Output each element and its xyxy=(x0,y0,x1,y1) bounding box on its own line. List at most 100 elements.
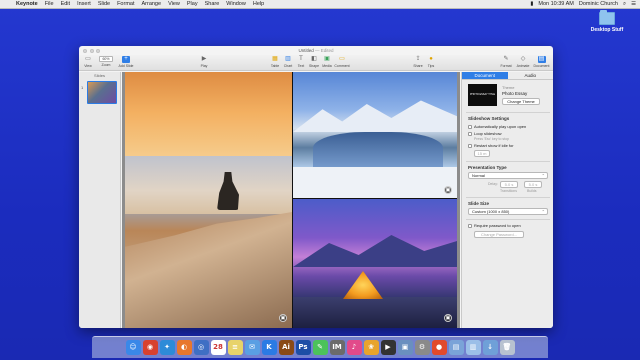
menu-window[interactable]: Window xyxy=(226,1,246,7)
minimize-button[interactable] xyxy=(89,48,94,53)
search-icon[interactable]: ⌕ xyxy=(623,1,626,8)
desktop-folder[interactable]: Desktop Stuff xyxy=(587,10,627,33)
desktop-folder-label: Desktop Stuff xyxy=(590,27,624,33)
animate-button[interactable]: ◇ Animate xyxy=(515,55,531,68)
dock-illustrator-icon[interactable]: Ai xyxy=(278,340,294,355)
transitions-label: Transitions xyxy=(500,189,517,193)
share-button[interactable]: ⇪ Share xyxy=(412,55,424,68)
photo-mountain-lake[interactable]: ▣ xyxy=(293,72,457,198)
theme-name: Photo Essay xyxy=(502,91,528,96)
chart-icon: ▥ xyxy=(285,56,291,62)
zoom-control[interactable]: 60% Zoom xyxy=(98,55,114,67)
dock-keynote-icon[interactable]: K xyxy=(261,340,277,355)
photo-hiker-sunset[interactable]: ▣ xyxy=(125,72,292,328)
restart-checkbox[interactable]: Restart show if idle for xyxy=(468,143,514,148)
dock-downloads-icon[interactable]: ↓ xyxy=(482,340,498,355)
photo-tent-night[interactable]: ▣ xyxy=(293,199,457,328)
text-icon: T xyxy=(299,56,303,62)
restart-idle-field[interactable]: 15 m xyxy=(474,150,490,157)
dock-preview-icon[interactable]: ▣ xyxy=(397,340,413,355)
dock-trash-icon[interactable]: 🗑 xyxy=(499,340,515,355)
clock[interactable]: Mon 10:39 AM xyxy=(538,1,573,7)
list-icon[interactable]: ☰ xyxy=(631,1,636,7)
document-button[interactable]: ▤ Document xyxy=(532,55,551,68)
dock-settings-icon[interactable]: ⚙ xyxy=(414,340,430,355)
menu-file[interactable]: File xyxy=(45,1,54,7)
dock-chat-icon[interactable]: ● xyxy=(431,340,447,355)
loop-note: Press 'Esc' key to stop xyxy=(474,137,509,141)
build-delay-field[interactable]: 5.0 s xyxy=(524,181,542,188)
share-icon: ⇪ xyxy=(415,56,421,62)
dock-files-icon[interactable]: ▤ xyxy=(448,340,464,355)
image-placeholder-icon[interactable]: ▣ xyxy=(444,186,452,194)
dock-imovie-icon[interactable]: IM xyxy=(329,340,345,355)
divider xyxy=(466,112,550,113)
transition-delay-field[interactable]: 5.0 s xyxy=(500,181,518,188)
menu-share[interactable]: Share xyxy=(205,1,220,7)
chart-button[interactable]: ▥ Chart xyxy=(282,55,294,68)
close-button[interactable] xyxy=(83,48,87,53)
text-button[interactable]: T Text xyxy=(295,55,307,68)
tab-document[interactable]: Document xyxy=(462,72,508,79)
keynote-window: Untitled — Edited ▭ View 60% Zoom + Add Sli… xyxy=(79,46,553,328)
dock-photos-icon[interactable]: ❀ xyxy=(363,340,379,355)
play-button[interactable]: ▶ Play xyxy=(197,55,211,68)
tips-button[interactable]: ● Tips xyxy=(425,55,437,68)
menu-view[interactable]: View xyxy=(168,1,180,7)
dock-music-icon[interactable]: ♪ xyxy=(346,340,362,355)
menu-bar: Keynote File Edit Insert Slide Format Ar… xyxy=(0,0,640,9)
add-slide-button[interactable]: + Add Slide xyxy=(118,55,134,68)
dock-safari-icon[interactable]: ✦ xyxy=(159,340,175,355)
menu-format[interactable]: Format xyxy=(117,1,134,7)
chart-label: Chart xyxy=(283,64,293,68)
table-icon: ▦ xyxy=(272,56,278,62)
autoplay-checkbox[interactable]: Automatically play upon open xyxy=(468,124,526,129)
toolbar: ▭ View 60% Zoom + Add Slide ▶ Play ▦ Table ▥ C… xyxy=(79,55,553,71)
dock-finder-icon[interactable]: ☺ xyxy=(125,340,141,355)
zoom-window-button[interactable] xyxy=(96,48,100,53)
dock-folder-icon[interactable]: ▥ xyxy=(465,340,481,355)
dock-photoshop-icon[interactable]: Ps xyxy=(295,340,311,355)
image-placeholder-icon[interactable]: ▣ xyxy=(279,314,287,322)
media-button[interactable]: ▣ Media xyxy=(321,55,333,68)
password-checkbox[interactable]: Require password to open xyxy=(468,223,521,228)
document-icon: ▤ xyxy=(537,56,546,63)
loop-checkbox[interactable]: Loop slideshow xyxy=(468,131,502,136)
divider xyxy=(466,197,550,198)
table-button[interactable]: ▦ Table xyxy=(269,55,281,68)
shape-button[interactable]: ◧ Shape xyxy=(308,55,320,68)
slide-size-select[interactable]: Custom (1000 x 850) xyxy=(468,208,548,215)
format-button[interactable]: ✎ Format xyxy=(499,55,513,68)
user-name[interactable]: Dominic Church xyxy=(579,1,618,7)
media-icon: ▣ xyxy=(324,56,330,62)
battery-icon[interactable]: ▮ xyxy=(530,1,533,7)
view-button[interactable]: ▭ View xyxy=(82,55,94,68)
menu-slide[interactable]: Slide xyxy=(98,1,110,7)
slide-thumbnail[interactable] xyxy=(87,81,117,104)
dock-chrome-icon[interactable]: ◉ xyxy=(142,340,158,355)
divider xyxy=(466,219,550,220)
dock-calendar-icon[interactable]: 28 xyxy=(210,340,226,355)
presentation-type-select[interactable]: Normal xyxy=(468,172,548,179)
dock-dashboard-icon[interactable]: ◎ xyxy=(193,340,209,355)
menu-arrange[interactable]: Arrange xyxy=(141,1,161,7)
tab-audio[interactable]: Audio xyxy=(508,72,554,79)
menu-app-name[interactable]: Keynote xyxy=(16,1,38,7)
dock-messages-icon[interactable]: ✎ xyxy=(312,340,328,355)
menu-help[interactable]: Help xyxy=(253,1,264,7)
menu-edit[interactable]: Edit xyxy=(61,1,70,7)
dock-mail-icon[interactable]: ✉ xyxy=(244,340,260,355)
menu-play[interactable]: Play xyxy=(187,1,198,7)
image-placeholder-icon[interactable]: ▣ xyxy=(444,314,452,322)
slide-canvas[interactable]: ▣ ▣ ▣ xyxy=(122,72,460,328)
add-slide-icon: + xyxy=(122,56,130,63)
slide[interactable]: ▣ ▣ ▣ xyxy=(125,72,457,328)
change-theme-button[interactable]: Change Theme xyxy=(502,98,540,105)
change-password-button[interactable]: Change Password... xyxy=(474,231,524,238)
dock-notes-icon[interactable]: ≡ xyxy=(227,340,243,355)
comment-button[interactable]: ▭ Comment xyxy=(334,55,350,68)
zoom-value[interactable]: 60% xyxy=(99,56,113,62)
dock-firefox-icon[interactable]: ◐ xyxy=(176,340,192,355)
menu-insert[interactable]: Insert xyxy=(77,1,91,7)
dock-final-cut-icon[interactable]: ▶ xyxy=(380,340,396,355)
